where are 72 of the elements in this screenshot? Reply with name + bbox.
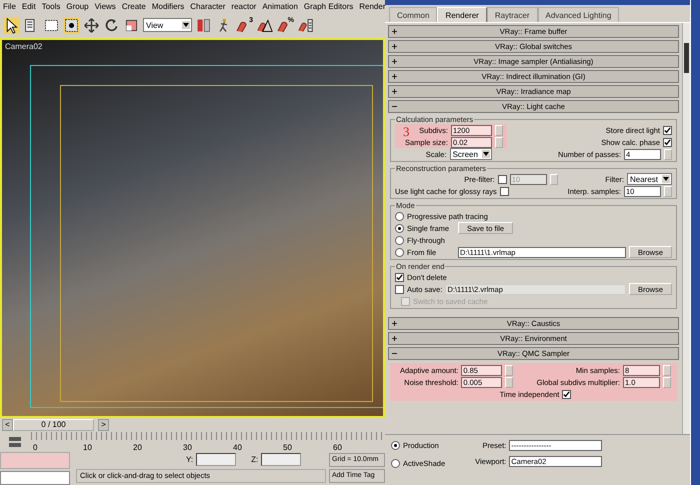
radio-button[interactable] [395,248,404,256]
checkbox[interactable] [401,296,410,306]
dropdown-arrow-icon[interactable] [182,21,190,29]
frame-number: 20 [133,443,143,452]
window-crossing-icon[interactable] [63,16,80,34]
menu-item[interactable]: Animation [262,2,298,10]
spinner-snap-icon[interactable] [297,16,314,34]
plus-icon [392,74,397,79]
checkbox[interactable] [562,390,572,398]
radio-button[interactable] [395,236,404,244]
y-label: Y: [186,455,194,464]
y-coordinate-field[interactable] [196,453,236,466]
frame-number: 30 [183,443,193,452]
frame-number: 50 [283,443,293,452]
next-frame-button[interactable]: > [98,419,109,431]
menu-item[interactable]: Tools [42,2,60,10]
selection-swatch [0,452,70,469]
checkbox[interactable] [395,284,404,294]
menu-item[interactable]: Character [190,2,226,10]
scrollbar[interactable] [682,23,690,434]
menu-item[interactable]: File [3,2,16,10]
menu-item[interactable]: Render [359,2,386,10]
checkbox[interactable] [498,174,507,184]
radio-button[interactable] [395,212,404,220]
view-dropdown[interactable]: View [143,18,192,32]
mirror-icon[interactable] [195,16,212,34]
plus-icon [392,321,397,326]
script-listener-field[interactable] [0,471,70,485]
plus-icon [392,44,397,49]
frame-number: 40 [233,443,243,452]
menu-item[interactable]: reactor [231,2,256,10]
rotate-icon[interactable] [103,16,120,34]
frame-number: 60 [333,443,343,452]
track-bar-icon[interactable] [8,436,22,448]
plus-icon [392,29,397,34]
angle-snap-icon[interactable] [256,16,273,34]
menu-item[interactable]: Group [66,2,89,10]
previous-frame-button[interactable]: < [2,419,13,431]
radio-button[interactable] [395,224,404,232]
z-coordinate-field[interactable] [261,453,302,466]
plus-icon [392,89,397,94]
move-icon[interactable] [83,16,100,34]
timeline-ruler[interactable]: 0 10 20 30 40 50 60 [31,432,385,452]
menu-item[interactable]: Graph Editors [304,2,354,10]
viewport-label: Camera02 [5,42,42,51]
checkbox[interactable] [663,138,672,146]
minus-icon [392,351,397,356]
plus-icon [392,336,397,341]
checkbox[interactable] [395,272,404,282]
filter-dropdown[interactable]: Nearest [626,173,672,185]
dropdown-arrow-icon[interactable] [482,150,490,158]
annotation-number: 3 [403,124,410,140]
scale-dropdown[interactable]: Screen [450,148,492,160]
radio-button[interactable] [391,440,400,450]
plus-icon [392,59,397,64]
tab[interactable]: Advanced Lighting [538,7,620,22]
menu-item[interactable]: Views [94,2,116,10]
dropdown-arrow-icon[interactable] [662,175,670,183]
checkbox[interactable] [663,126,672,134]
checkbox[interactable] [500,186,509,196]
tab[interactable]: Raytracer [486,7,538,22]
pointer-icon[interactable] [3,16,20,34]
menu-item[interactable]: Create [122,2,146,10]
radio-button[interactable] [391,458,400,468]
frame-counter-handle[interactable]: 0 / 100 [12,419,94,431]
menu-item[interactable]: Modifiers [152,2,184,10]
minus-icon [392,104,397,109]
tab[interactable]: Renderer [437,7,487,22]
frame-number: 0 [33,443,38,452]
menu-item[interactable]: Edit [22,2,36,10]
frame-number: 10 [83,443,93,452]
z-label: Z: [251,455,258,464]
